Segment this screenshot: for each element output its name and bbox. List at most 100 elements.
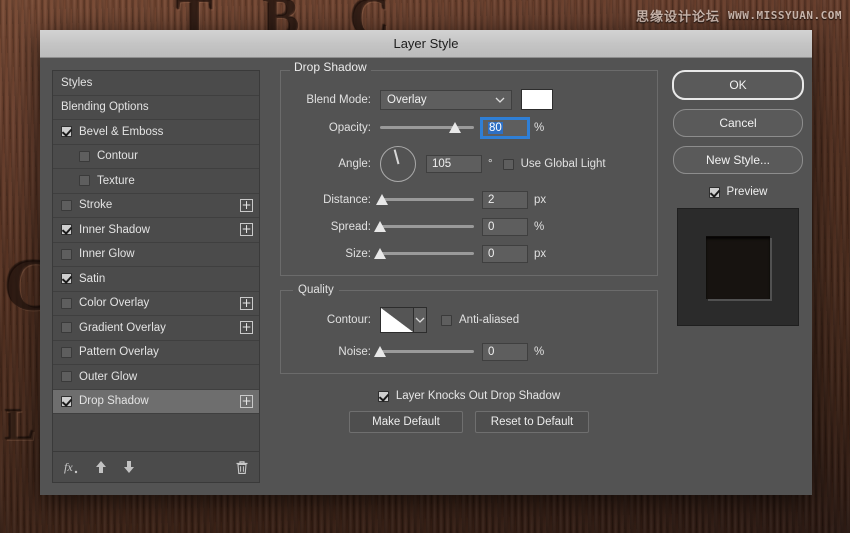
size-label: Size:	[295, 248, 380, 260]
sidebar-item-label: Color Overlay	[79, 297, 240, 309]
move-down-icon[interactable]	[123, 460, 135, 474]
effect-toggle-checkbox[interactable]	[61, 273, 72, 284]
sidebar-item-label: Texture	[97, 175, 253, 187]
distance-unit: px	[534, 194, 546, 206]
sidebar-item-bevel-emboss[interactable]: Bevel & Emboss	[53, 120, 259, 145]
effect-toggle-checkbox[interactable]	[61, 322, 72, 333]
sidebar-item-blending-options[interactable]: Blending Options	[53, 96, 259, 121]
spread-unit: %	[534, 221, 544, 233]
distance-slider-thumb[interactable]	[376, 194, 388, 205]
sidebar-item-label: Bevel & Emboss	[79, 126, 253, 138]
angle-dial[interactable]	[380, 146, 416, 182]
sidebar-item-label: Inner Glow	[79, 248, 253, 260]
reset-to-default-button[interactable]: Reset to Default	[475, 411, 589, 433]
sidebar-item-outer-glow[interactable]: Outer Glow	[53, 365, 259, 390]
opacity-unit: %	[534, 122, 544, 134]
dialog-titlebar: Layer Style	[40, 30, 812, 58]
add-effect-icon[interactable]: +	[240, 321, 253, 334]
fx-icon[interactable]: fx	[63, 459, 79, 475]
spread-input[interactable]: 0	[482, 218, 528, 236]
sidebar-item-pattern-overlay[interactable]: Pattern Overlay	[53, 341, 259, 366]
effect-toggle-checkbox[interactable]	[61, 249, 72, 260]
sidebar-item-label: Outer Glow	[79, 371, 253, 383]
sidebar-item-inner-shadow[interactable]: Inner Shadow+	[53, 218, 259, 243]
make-default-button[interactable]: Make Default	[349, 411, 463, 433]
opacity-row: Opacity: 80 %	[295, 119, 643, 137]
sidebar-item-inner-glow[interactable]: Inner Glow	[53, 243, 259, 268]
distance-row: Distance: 2 px	[295, 191, 643, 209]
add-effect-icon[interactable]: +	[240, 395, 253, 408]
chevron-down-icon	[495, 95, 505, 108]
sidebar-item-styles[interactable]: Styles	[53, 71, 259, 96]
layer-knocks-out-checkbox[interactable]: Layer Knocks Out Drop Shadow	[280, 390, 658, 402]
new-style-button[interactable]: New Style...	[673, 146, 803, 174]
move-up-icon[interactable]	[95, 460, 107, 474]
angle-dial-needle	[394, 149, 399, 164]
use-global-light-checkbox[interactable]: Use Global Light	[503, 158, 606, 170]
watermark-url: WWW.MISSYUAN.COM	[728, 9, 842, 22]
preview-box-check	[709, 187, 720, 198]
distance-input[interactable]: 2	[482, 191, 528, 209]
sidebar-item-stroke[interactable]: Stroke+	[53, 194, 259, 219]
effect-toggle-checkbox[interactable]	[61, 396, 72, 407]
styles-sidebar: StylesBlending Options Bevel & Emboss Cont…	[52, 70, 260, 483]
effect-toggle-checkbox[interactable]	[61, 224, 72, 235]
add-effect-icon[interactable]: +	[240, 297, 253, 310]
noise-slider-thumb[interactable]	[374, 346, 386, 357]
spread-row: Spread: 0 %	[295, 218, 643, 236]
contour-preview[interactable]	[380, 307, 414, 333]
opacity-input[interactable]: 80	[482, 119, 528, 137]
svg-text:fx: fx	[64, 460, 73, 474]
noise-slider[interactable]	[380, 345, 474, 359]
size-slider-thumb[interactable]	[374, 248, 386, 259]
effect-toggle-checkbox[interactable]	[61, 347, 72, 358]
size-row: Size: 0 px	[295, 245, 643, 263]
sidebar-item-drop-shadow[interactable]: Drop Shadow+	[53, 390, 259, 415]
size-value: 0	[488, 248, 494, 260]
opacity-slider-thumb[interactable]	[449, 122, 461, 133]
effect-toggle-checkbox[interactable]	[61, 298, 72, 309]
blend-mode-select[interactable]: Overlay	[380, 90, 512, 110]
effect-toggle-checkbox[interactable]	[61, 200, 72, 211]
shadow-color-swatch[interactable]	[521, 89, 553, 110]
add-effect-icon[interactable]: +	[240, 199, 253, 212]
contour-label: Contour:	[295, 314, 380, 326]
quality-group: Quality Contour: Anti-aliased No	[280, 290, 658, 374]
opacity-slider[interactable]	[380, 121, 474, 135]
sidebar-item-gradient-overlay[interactable]: Gradient Overlay+	[53, 316, 259, 341]
noise-input[interactable]: 0	[482, 343, 528, 361]
sidebar-item-contour[interactable]: Contour	[53, 145, 259, 170]
angle-label: Angle:	[295, 158, 380, 170]
dialog-body: StylesBlending Options Bevel & Emboss Cont…	[40, 58, 812, 495]
anti-aliased-checkbox[interactable]: Anti-aliased	[441, 314, 519, 326]
defaults-area: Layer Knocks Out Drop Shadow Make Defaul…	[280, 390, 658, 433]
anti-aliased-box	[441, 315, 452, 326]
spread-slider[interactable]	[380, 220, 474, 234]
defaults-buttons: Make Default Reset to Default	[280, 411, 658, 433]
blend-mode-value: Overlay	[387, 94, 427, 106]
distance-slider[interactable]	[380, 193, 474, 207]
noise-slider-track	[380, 350, 474, 353]
size-input[interactable]: 0	[482, 245, 528, 263]
spread-slider-thumb[interactable]	[374, 221, 386, 232]
add-effect-icon[interactable]: +	[240, 223, 253, 236]
sidebar-item-texture[interactable]: Texture	[53, 169, 259, 194]
effect-toggle-checkbox[interactable]	[61, 126, 72, 137]
effect-toggle-checkbox[interactable]	[61, 371, 72, 382]
layer-knocks-out-label: Layer Knocks Out Drop Shadow	[396, 390, 560, 402]
effect-toggle-checkbox[interactable]	[79, 175, 90, 186]
contour-dropdown-button[interactable]	[414, 307, 427, 333]
trash-icon[interactable]	[235, 460, 249, 475]
preview-checkbox[interactable]: Preview	[709, 186, 768, 198]
angle-input[interactable]: 105	[426, 155, 482, 173]
cancel-button[interactable]: Cancel	[673, 109, 803, 137]
styles-list[interactable]: StylesBlending Options Bevel & Emboss Cont…	[52, 70, 260, 451]
sidebar-item-satin[interactable]: Satin	[53, 267, 259, 292]
effect-toggle-checkbox[interactable]	[79, 151, 90, 162]
sidebar-item-color-overlay[interactable]: Color Overlay+	[53, 292, 259, 317]
distance-value: 2	[488, 194, 494, 206]
ok-button[interactable]: OK	[672, 70, 804, 100]
size-slider[interactable]	[380, 247, 474, 261]
blend-mode-label: Blend Mode:	[295, 94, 380, 106]
watermark: 思缘设计论坛 WWW.MISSYUAN.COM	[636, 6, 842, 25]
